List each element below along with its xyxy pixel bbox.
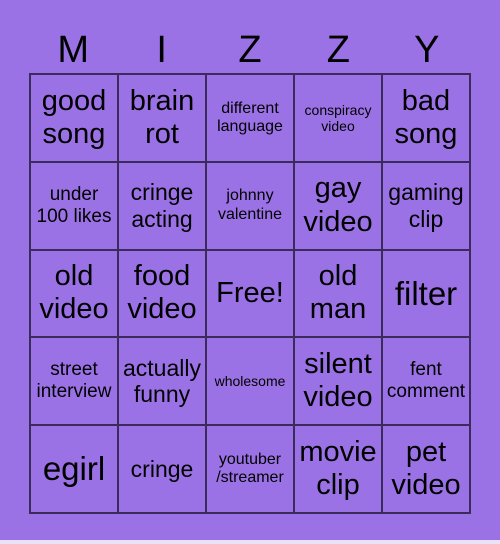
bingo-cell-label: actually funny xyxy=(123,354,201,408)
bingo-cell-label: street interview xyxy=(36,359,112,403)
bingo-cell-label: filter xyxy=(394,274,458,312)
bingo-cell-label: under 100 likes xyxy=(36,183,112,227)
bingo-cell-label: bad song xyxy=(394,84,458,150)
bingo-cell[interactable]: different language xyxy=(206,74,294,162)
bingo-cell-label: old video xyxy=(39,260,109,326)
footer-strip xyxy=(0,540,500,544)
bingo-cell-free[interactable]: Free! xyxy=(206,249,294,338)
bingo-cell[interactable]: silent video xyxy=(294,337,382,426)
bingo-cell[interactable]: gaming clip xyxy=(382,161,470,250)
bingo-cell[interactable]: cringe xyxy=(118,425,206,513)
bingo-cell-label: old man xyxy=(309,260,367,326)
bingo-cell[interactable]: old man xyxy=(294,249,382,338)
bingo-cell[interactable]: gay video xyxy=(294,161,382,250)
bingo-cell-label: silent video xyxy=(303,347,373,414)
bingo-cell-label: conspiracy video xyxy=(304,101,372,134)
bingo-cell[interactable]: actually funny xyxy=(118,337,206,426)
header-letter: I xyxy=(156,29,167,71)
bingo-cell-label: good song xyxy=(41,84,107,150)
bingo-cell-label: egirl xyxy=(42,450,106,488)
bingo-cell-label: cringe acting xyxy=(130,179,194,232)
header-letter: Y xyxy=(414,29,440,71)
bingo-cell[interactable]: good song xyxy=(30,74,118,162)
bingo-cell[interactable]: bad song xyxy=(382,74,470,162)
header-letter: Z xyxy=(326,29,350,71)
bingo-cell[interactable]: brain rot xyxy=(118,74,206,162)
bingo-cell[interactable]: youtuber /streamer xyxy=(206,425,294,513)
bingo-cell-label: gaming clip xyxy=(388,179,464,232)
bingo-cell[interactable]: wholesome xyxy=(206,337,294,426)
bingo-cell-label: movie clip xyxy=(299,435,377,502)
bingo-card: good song brain rot different language cons… xyxy=(29,73,471,514)
bingo-cell[interactable]: old video xyxy=(30,249,118,338)
bingo-cell-label: pet video xyxy=(391,435,461,502)
bingo-cell[interactable]: food video xyxy=(118,249,206,338)
bingo-header: M I Z Z Y xyxy=(29,28,471,73)
bingo-cell-label: food video xyxy=(127,260,197,326)
bingo-cell[interactable]: fent comment xyxy=(382,337,470,426)
bingo-cell[interactable]: pet video xyxy=(382,425,470,513)
bingo-cell[interactable]: movie clip xyxy=(294,425,382,513)
bingo-cell[interactable]: egirl xyxy=(30,425,118,513)
header-letter: Z xyxy=(238,29,262,71)
bingo-cell[interactable]: conspiracy video xyxy=(294,74,382,162)
bingo-cell-label: gay video xyxy=(303,172,373,238)
bingo-cell[interactable]: under 100 likes xyxy=(30,161,118,250)
bingo-cell-label: youtuber /streamer xyxy=(216,450,284,487)
bingo-cell[interactable]: street interview xyxy=(30,337,118,426)
bingo-cell[interactable]: cringe acting xyxy=(118,161,206,250)
bingo-cell-label: different language xyxy=(217,99,283,135)
bingo-cell-label: brain rot xyxy=(129,84,195,150)
bingo-cell-label: johnny valentine xyxy=(217,187,283,223)
header-letter: M xyxy=(57,29,90,71)
bingo-cell-label: fent comment xyxy=(386,359,466,403)
bingo-cell-label: cringe xyxy=(130,455,194,482)
bingo-cell-label: wholesome xyxy=(214,373,286,390)
bingo-cell[interactable]: filter xyxy=(382,249,470,338)
bingo-cell[interactable]: johnny valentine xyxy=(206,161,294,250)
bingo-cell-label: Free! xyxy=(216,276,284,309)
